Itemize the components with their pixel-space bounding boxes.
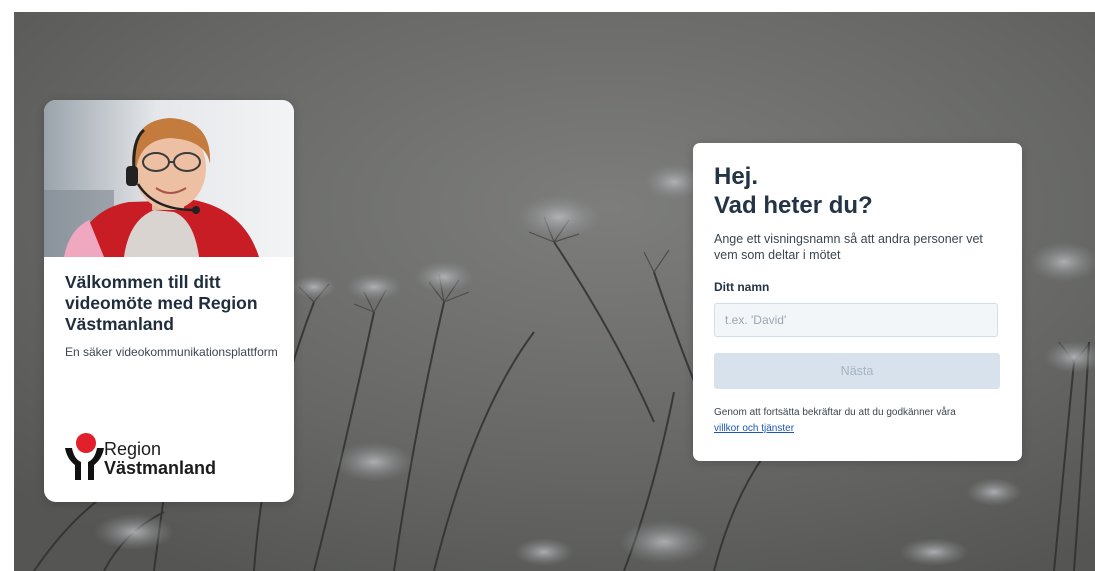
woman-with-headset-photo	[44, 100, 294, 257]
page-background: Välkommen till ditt videomöte med Region…	[14, 12, 1095, 571]
display-name-input[interactable]	[714, 303, 998, 337]
region-vastmanland-logo-icon	[65, 433, 104, 480]
terms-link[interactable]: villkor och tjänster	[714, 423, 794, 434]
logo-text-vastmanland: Västmanland	[104, 458, 217, 478]
logo-text-region: Region	[104, 439, 162, 459]
greeting-line-2: Vad heter du?	[714, 192, 873, 219]
display-name-form-card: Hej. Vad heter du? Ange ett visningsnamn …	[693, 143, 1022, 461]
terms-notice: Genom att fortsätta bekräftar du att du …	[714, 405, 1014, 437]
welcome-subtitle: En säker videokommunikationsplattform	[65, 345, 278, 359]
welcome-title: Välkommen till ditt videomöte med Region…	[65, 272, 258, 334]
next-button[interactable]: Nästa	[714, 353, 1000, 389]
name-field-label: Ditt namn	[714, 280, 770, 294]
terms-notice-text: Genom att fortsätta bekräftar du att du …	[714, 407, 956, 418]
greeting-heading: Hej. Vad heter du?	[714, 162, 1004, 220]
region-vastmanland-logo: Region Västmanland	[64, 432, 224, 482]
welcome-card: Välkommen till ditt videomöte med Region…	[44, 100, 294, 502]
display-name-description: Ange ett visningsnamn så att andra perso…	[714, 232, 983, 262]
greeting-line-1: Hej.	[714, 163, 759, 190]
